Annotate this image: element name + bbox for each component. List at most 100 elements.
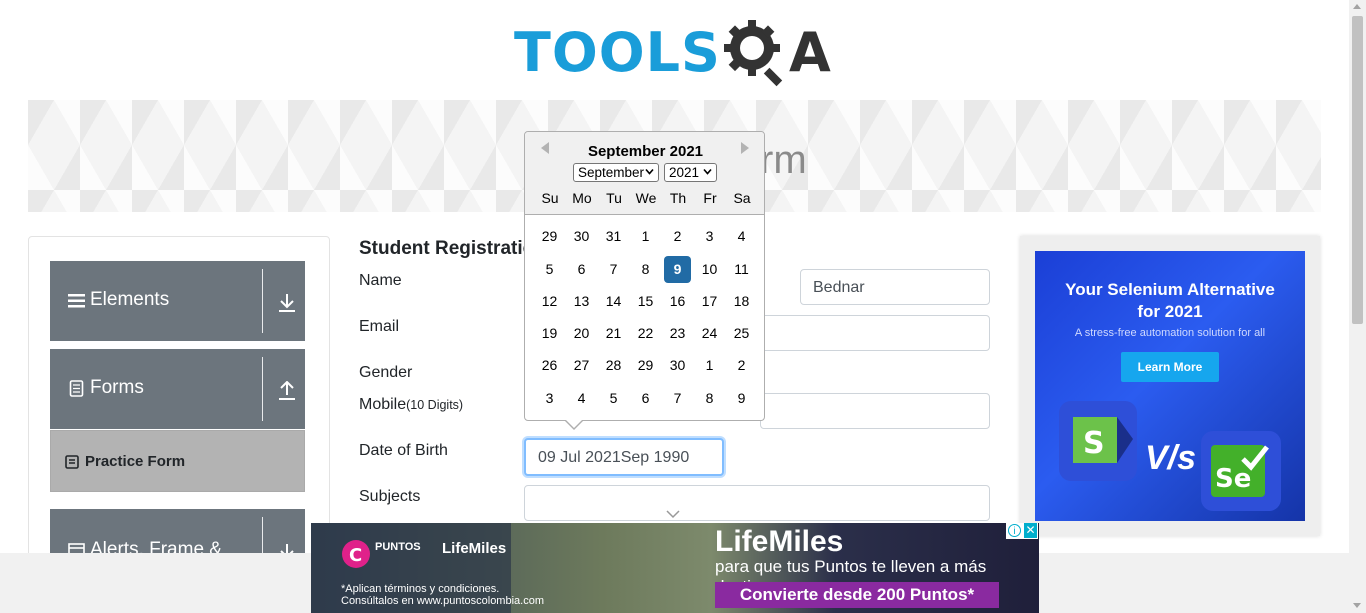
ad-vs: V/s <box>1145 439 1197 477</box>
calendar-day[interactable]: 3 <box>696 223 723 250</box>
page-scrollbar[interactable] <box>1349 0 1366 613</box>
calendar-day[interactable]: 5 <box>600 385 627 412</box>
calendar-day[interactable]: 15 <box>632 288 659 315</box>
calendar-day[interactable]: 8 <box>632 256 659 283</box>
calendar-day[interactable]: 8 <box>696 385 723 412</box>
info-icon[interactable]: i <box>1008 524 1021 537</box>
calendar-day[interactable]: 1 <box>696 352 723 379</box>
email-input[interactable] <box>760 315 990 351</box>
calendar-day[interactable]: 3 <box>536 385 563 412</box>
calendar-day[interactable]: 9 <box>728 385 755 412</box>
year-select[interactable]: 2021 <box>664 163 717 182</box>
calendar-day[interactable]: 4 <box>728 223 755 250</box>
next-month-icon[interactable] <box>741 142 749 154</box>
sidebar-item-practice-form[interactable]: Practice Form <box>50 430 305 492</box>
calendar-day[interactable]: 18 <box>728 288 755 315</box>
calendar-day[interactable]: 7 <box>664 385 691 412</box>
divider <box>262 357 263 421</box>
calendar-day[interactable]: 12 <box>536 288 563 315</box>
scrollbar-thumb[interactable] <box>1352 16 1363 324</box>
toolsqa-logo[interactable]: TOOLS A <box>514 14 839 92</box>
close-icon[interactable]: ✕ <box>1024 523 1037 538</box>
calendar-day[interactable]: 28 <box>600 352 627 379</box>
calendar-day[interactable]: 11 <box>728 256 755 283</box>
calendar-day[interactable]: 23 <box>664 320 691 347</box>
weekday-header: Fr <box>703 190 717 206</box>
month-select-value: September <box>578 165 645 180</box>
calendar-day[interactable]: 29 <box>632 352 659 379</box>
calendar-day[interactable]: 7 <box>600 256 627 283</box>
date-of-birth-input[interactable]: 09 Jul 2021Sep 1990 <box>524 438 724 476</box>
calendar-day[interactable]: 27 <box>568 352 595 379</box>
mobile-label: Mobile(10 Digits) <box>359 396 463 414</box>
calendar-day[interactable]: 19 <box>536 320 563 347</box>
weekday-header: Sa <box>733 190 751 206</box>
calendar-day[interactable]: 16 <box>664 288 691 315</box>
calendar-day[interactable]: 24 <box>696 320 723 347</box>
ad-cta[interactable]: Convierte desde 200 Puntos* <box>715 582 999 608</box>
scroll-down-icon[interactable] <box>1353 603 1361 608</box>
calendar-day[interactable]: 22 <box>632 320 659 347</box>
ad-headline-line2: for 2021 <box>1137 302 1203 321</box>
ad-headline-line1: Your Selenium Alternative <box>1065 280 1275 299</box>
weekday-header: We <box>635 190 657 206</box>
selenium-logo-icon: Se <box>1201 431 1281 511</box>
calendar-day[interactable]: 30 <box>664 352 691 379</box>
ad-right-banner[interactable]: Your Selenium Alternative for 2021 A str… <box>1035 251 1305 521</box>
mobile-label-text: Mobile <box>359 396 407 413</box>
gender-label: Gender <box>359 364 413 381</box>
group-header-forms[interactable]: Forms <box>50 349 305 429</box>
calendar-day[interactable]: 29 <box>536 223 563 250</box>
calendar-day[interactable]: 25 <box>728 320 755 347</box>
calendar-day[interactable]: 9 <box>664 256 691 283</box>
calendar-day[interactable]: 31 <box>600 223 627 250</box>
calendar-day[interactable]: 4 <box>568 385 595 412</box>
email-label: Email <box>359 318 400 335</box>
document-icon <box>69 380 84 397</box>
calendar-day[interactable]: 30 <box>568 223 595 250</box>
download-arrow-icon[interactable] <box>278 293 296 313</box>
ad-bottom-banner[interactable]: C PUNTOS LifeMiles *Aplican términos y c… <box>311 523 1039 613</box>
calendar-day[interactable]: 5 <box>536 256 563 283</box>
learn-more-button[interactable]: Learn More <box>1121 352 1219 382</box>
divider <box>262 269 263 333</box>
ad-headline: Your Selenium Alternative for 2021 <box>1035 279 1305 323</box>
hamburger-icon <box>68 294 85 308</box>
calendar-day[interactable]: 13 <box>568 288 595 315</box>
datepicker-header: September 2021 September 2021 Su Mo Tu We Th… <box>525 132 764 215</box>
ad-title: LifeMiles <box>715 525 844 558</box>
group-header-elements[interactable]: Elements <box>50 261 305 341</box>
calendar-day[interactable]: 10 <box>696 256 723 283</box>
calendar-day[interactable]: 2 <box>728 352 755 379</box>
calendar-day[interactable]: 26 <box>536 352 563 379</box>
mobile-input[interactable] <box>760 393 990 429</box>
ad-choices[interactable]: i ✕ <box>1006 523 1038 539</box>
scroll-up-icon[interactable] <box>1353 4 1361 9</box>
calendar-day[interactable]: 21 <box>600 320 627 347</box>
calendar-day[interactable]: 1 <box>632 223 659 250</box>
calendar-day[interactable]: 2 <box>664 223 691 250</box>
upload-arrow-icon[interactable] <box>278 381 296 401</box>
ad-legal-line2: Consúltalos en www.puntoscolombia.com <box>341 595 544 607</box>
last-name-input[interactable]: Bednar <box>800 269 990 305</box>
calendar-day[interactable]: 17 <box>696 288 723 315</box>
calendar-day[interactable]: 20 <box>568 320 595 347</box>
weekday-header: Mo <box>572 190 592 206</box>
katalon-logo-icon: S <box>1059 401 1137 481</box>
form-title: Student Registratio <box>359 238 535 259</box>
calendar-day[interactable]: 14 <box>600 288 627 315</box>
logo-text: TOOLS <box>514 21 721 84</box>
group-header-alerts[interactable]: Alerts, Frame & <box>50 509 305 559</box>
sidebar-item-label: Practice Form <box>85 453 186 470</box>
subjects-input[interactable] <box>524 485 990 521</box>
group-label-elements: Elements <box>90 289 170 310</box>
calendar-day[interactable]: 6 <box>632 385 659 412</box>
logo-text-end: A <box>789 21 831 84</box>
calendar-day[interactable]: 6 <box>568 256 595 283</box>
svg-text:Se: Se <box>1215 464 1251 494</box>
chevron-down-icon[interactable] <box>666 509 680 519</box>
weekday-header: Su <box>541 190 559 206</box>
svg-text:S: S <box>1083 426 1105 461</box>
chevron-down-icon <box>645 168 654 175</box>
month-select[interactable]: September <box>573 163 659 182</box>
